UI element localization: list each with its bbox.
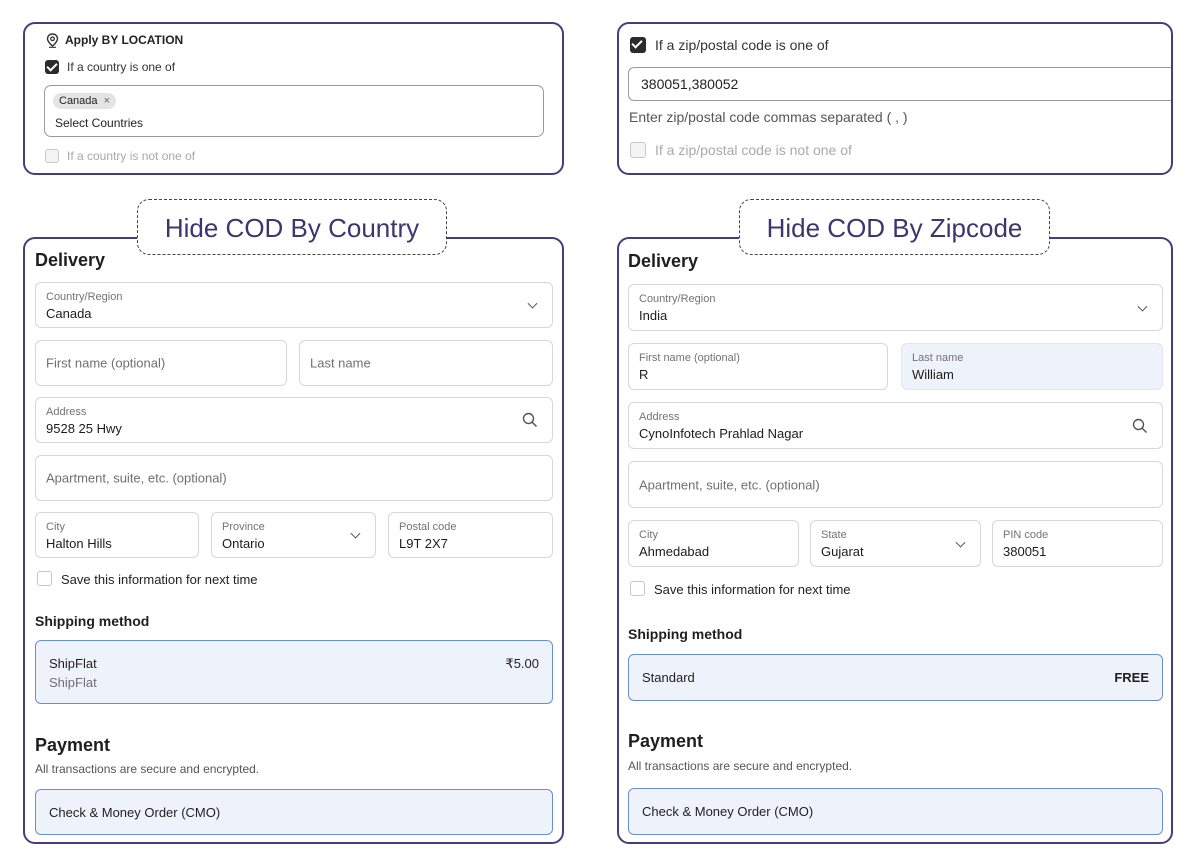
address-label: Address bbox=[639, 411, 680, 423]
payment-title: Payment bbox=[628, 731, 704, 751]
apartment-placeholder: Apartment, suite, etc. (optional) bbox=[639, 477, 820, 492]
country-exclude-label: If a country is not one of bbox=[67, 149, 196, 163]
shipping-option[interactable]: ShipFlat ShipFlat ₹5.00 bbox=[35, 640, 553, 704]
shipping-subtitle: ShipFlat bbox=[49, 675, 97, 690]
search-icon[interactable] bbox=[522, 412, 538, 428]
pin-code-input[interactable]: PIN code 380051 bbox=[992, 520, 1163, 567]
zip-exclude-checkbox[interactable] bbox=[630, 142, 646, 158]
chevron-down-icon bbox=[527, 298, 538, 309]
country-select-box[interactable]: Canada × Select Countries bbox=[44, 85, 544, 137]
apartment-input[interactable]: Apartment, suite, etc. (optional) bbox=[35, 455, 553, 501]
country-chip: Canada × bbox=[53, 93, 117, 109]
chevron-down-icon bbox=[1137, 301, 1148, 312]
payment-option[interactable]: Check & Money Order (CMO) bbox=[628, 788, 1163, 835]
province-select[interactable]: Province Ontario bbox=[211, 512, 376, 558]
chevron-down-icon bbox=[350, 528, 361, 539]
save-info-checkbox[interactable] bbox=[37, 571, 52, 586]
payment-subtitle: All transactions are secure and encrypte… bbox=[35, 762, 260, 776]
location-pin-icon bbox=[46, 33, 59, 48]
country-region-value: Canada bbox=[46, 306, 92, 321]
country-region-label: Country/Region bbox=[639, 293, 716, 305]
shipping-price: ₹5.00 bbox=[505, 656, 539, 671]
country-region-label: Country/Region bbox=[46, 291, 123, 303]
pin-code-value: 380051 bbox=[1003, 544, 1047, 559]
address-label: Address bbox=[46, 406, 87, 418]
city-label: City bbox=[639, 529, 658, 541]
last-name-value: William bbox=[912, 367, 954, 382]
country-region-select[interactable]: Country/Region India bbox=[628, 284, 1163, 331]
address-value: CynoInfotech Prahlad Nagar bbox=[639, 426, 804, 441]
country-region-value: India bbox=[639, 308, 668, 323]
chip-remove-icon[interactable]: × bbox=[104, 95, 110, 107]
hide-cod-by-country-tag: Hide COD By Country bbox=[137, 199, 447, 255]
shipping-option[interactable]: Standard FREE bbox=[628, 654, 1163, 701]
zip-codes-value: 380051,380052 bbox=[641, 76, 739, 92]
payment-option[interactable]: Check & Money Order (CMO) bbox=[35, 789, 553, 835]
first-name-label: First name (optional) bbox=[639, 352, 740, 364]
address-input[interactable]: Address 9528 25 Hwy bbox=[35, 397, 553, 443]
city-label: City bbox=[46, 521, 65, 533]
last-name-input[interactable]: Last name William bbox=[901, 343, 1163, 390]
country-include-label: If a country is one of bbox=[67, 60, 176, 74]
country-chip-label: Canada bbox=[59, 95, 98, 107]
payment-option-label: Check & Money Order (CMO) bbox=[642, 804, 814, 819]
country-include-checkbox[interactable] bbox=[45, 60, 59, 74]
state-label: State bbox=[821, 529, 847, 541]
first-name-input[interactable]: First name (optional) bbox=[35, 340, 287, 386]
save-info-checkbox[interactable] bbox=[630, 581, 645, 596]
province-value: Ontario bbox=[222, 536, 265, 551]
country-checkout-panel: Delivery Country/Region Canada First nam… bbox=[23, 237, 564, 844]
hide-cod-by-zipcode-tag: Hide COD By Zipcode bbox=[739, 199, 1050, 255]
delivery-title: Delivery bbox=[35, 250, 106, 270]
country-exclude-checkbox[interactable] bbox=[45, 149, 59, 163]
payment-option-label: Check & Money Order (CMO) bbox=[49, 805, 221, 820]
shipping-price: FREE bbox=[1114, 670, 1149, 685]
apartment-placeholder: Apartment, suite, etc. (optional) bbox=[46, 470, 227, 486]
zip-checkout-panel: Delivery Country/Region India First name… bbox=[617, 237, 1173, 844]
city-input[interactable]: City Halton Hills bbox=[35, 512, 199, 558]
country-region-select[interactable]: Country/Region Canada bbox=[35, 282, 553, 328]
zip-include-checkbox[interactable] bbox=[630, 37, 646, 53]
city-value: Ahmedabad bbox=[639, 544, 710, 559]
postal-code-label: Postal code bbox=[399, 521, 457, 533]
zip-exclude-label: If a zip/postal code is not one of bbox=[655, 142, 852, 158]
shipping-method-title: Shipping method bbox=[628, 626, 743, 642]
shipping-method-title: Shipping method bbox=[35, 613, 150, 629]
province-label: Province bbox=[222, 521, 265, 533]
payment-subtitle: All transactions are secure and encrypte… bbox=[628, 759, 853, 773]
save-info-label: Save this information for next time bbox=[61, 572, 258, 587]
first-name-input[interactable]: First name (optional) R bbox=[628, 343, 888, 390]
delivery-title: Delivery bbox=[628, 251, 699, 271]
payment-title: Payment bbox=[35, 735, 111, 755]
first-name-value: R bbox=[639, 367, 649, 382]
address-value: 9528 25 Hwy bbox=[46, 421, 122, 436]
zip-include-label: If a zip/postal code is one of bbox=[655, 37, 829, 53]
city-input[interactable]: City Ahmedabad bbox=[628, 520, 799, 567]
city-value: Halton Hills bbox=[46, 536, 112, 551]
pin-code-label: PIN code bbox=[1003, 529, 1049, 541]
postal-code-input[interactable]: Postal code L9T 2X7 bbox=[388, 512, 553, 558]
state-value: Gujarat bbox=[821, 544, 864, 559]
apartment-input[interactable]: Apartment, suite, etc. (optional) bbox=[628, 461, 1163, 508]
shipping-name: Standard bbox=[642, 670, 695, 685]
postal-code-value: L9T 2X7 bbox=[399, 536, 448, 551]
location-rule-header: Apply BY LOCATION bbox=[65, 33, 184, 47]
last-name-placeholder: Last name bbox=[310, 355, 371, 371]
chevron-down-icon bbox=[955, 537, 966, 548]
first-name-placeholder: First name (optional) bbox=[46, 355, 166, 371]
country-select-placeholder: Select Countries bbox=[55, 116, 144, 130]
country-rule-panel: Apply BY LOCATION If a country is one of… bbox=[23, 22, 564, 175]
last-name-input[interactable]: Last name bbox=[299, 340, 553, 386]
zip-codes-input[interactable]: 380051,380052 bbox=[628, 67, 1171, 101]
save-info-label: Save this information for next time bbox=[654, 582, 851, 597]
last-name-label: Last name bbox=[912, 352, 964, 364]
shipping-name: ShipFlat bbox=[49, 656, 97, 671]
search-icon[interactable] bbox=[1132, 418, 1148, 434]
address-input[interactable]: Address CynoInfotech Prahlad Nagar bbox=[628, 402, 1163, 449]
zip-rule-panel: If a zip/postal code is one of 380051,38… bbox=[617, 22, 1173, 175]
zip-help-text: Enter zip/postal code commas separated (… bbox=[629, 109, 908, 125]
state-select[interactable]: State Gujarat bbox=[810, 520, 981, 567]
